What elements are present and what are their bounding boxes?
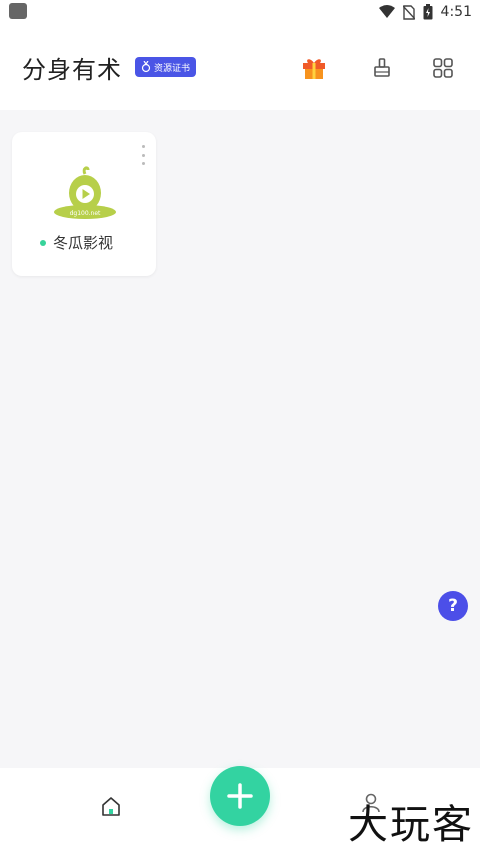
grid-icon[interactable]	[429, 54, 457, 82]
help-label: ?	[448, 596, 458, 616]
more-options-icon[interactable]	[140, 145, 146, 165]
wifi-icon	[378, 5, 395, 19]
battery-icon	[423, 4, 433, 20]
add-app-button[interactable]	[210, 766, 270, 826]
app-logo: dg100.net	[54, 166, 116, 219]
status-time: 4:51	[440, 4, 472, 20]
app-notification-icon	[9, 3, 27, 19]
home-icon[interactable]	[98, 794, 124, 820]
no-sim-icon	[402, 4, 415, 20]
help-icon[interactable]: ?	[438, 591, 468, 621]
gift-icon[interactable]	[300, 54, 328, 82]
page-title: 分身有术	[22, 56, 122, 84]
app-name: 冬瓜影视	[53, 234, 114, 252]
status-bar: 4:51	[0, 0, 480, 24]
header: 分身有术 资源证书	[0, 24, 480, 110]
certificate-badge[interactable]: 资源证书	[135, 57, 197, 77]
app-name-row: 冬瓜影视	[40, 232, 113, 253]
badge-label: 资源证书	[154, 63, 191, 74]
status-icons: 4:51	[378, 1, 472, 23]
app-logo-text: dg100.net	[70, 210, 101, 217]
running-status-dot	[40, 239, 46, 246]
clean-brush-icon[interactable]	[368, 54, 396, 82]
app-card[interactable]: dg100.net 冬瓜影视	[12, 132, 156, 276]
add-icon	[227, 783, 253, 809]
watermark: 大玩客	[348, 802, 474, 848]
medal-icon	[141, 61, 151, 73]
